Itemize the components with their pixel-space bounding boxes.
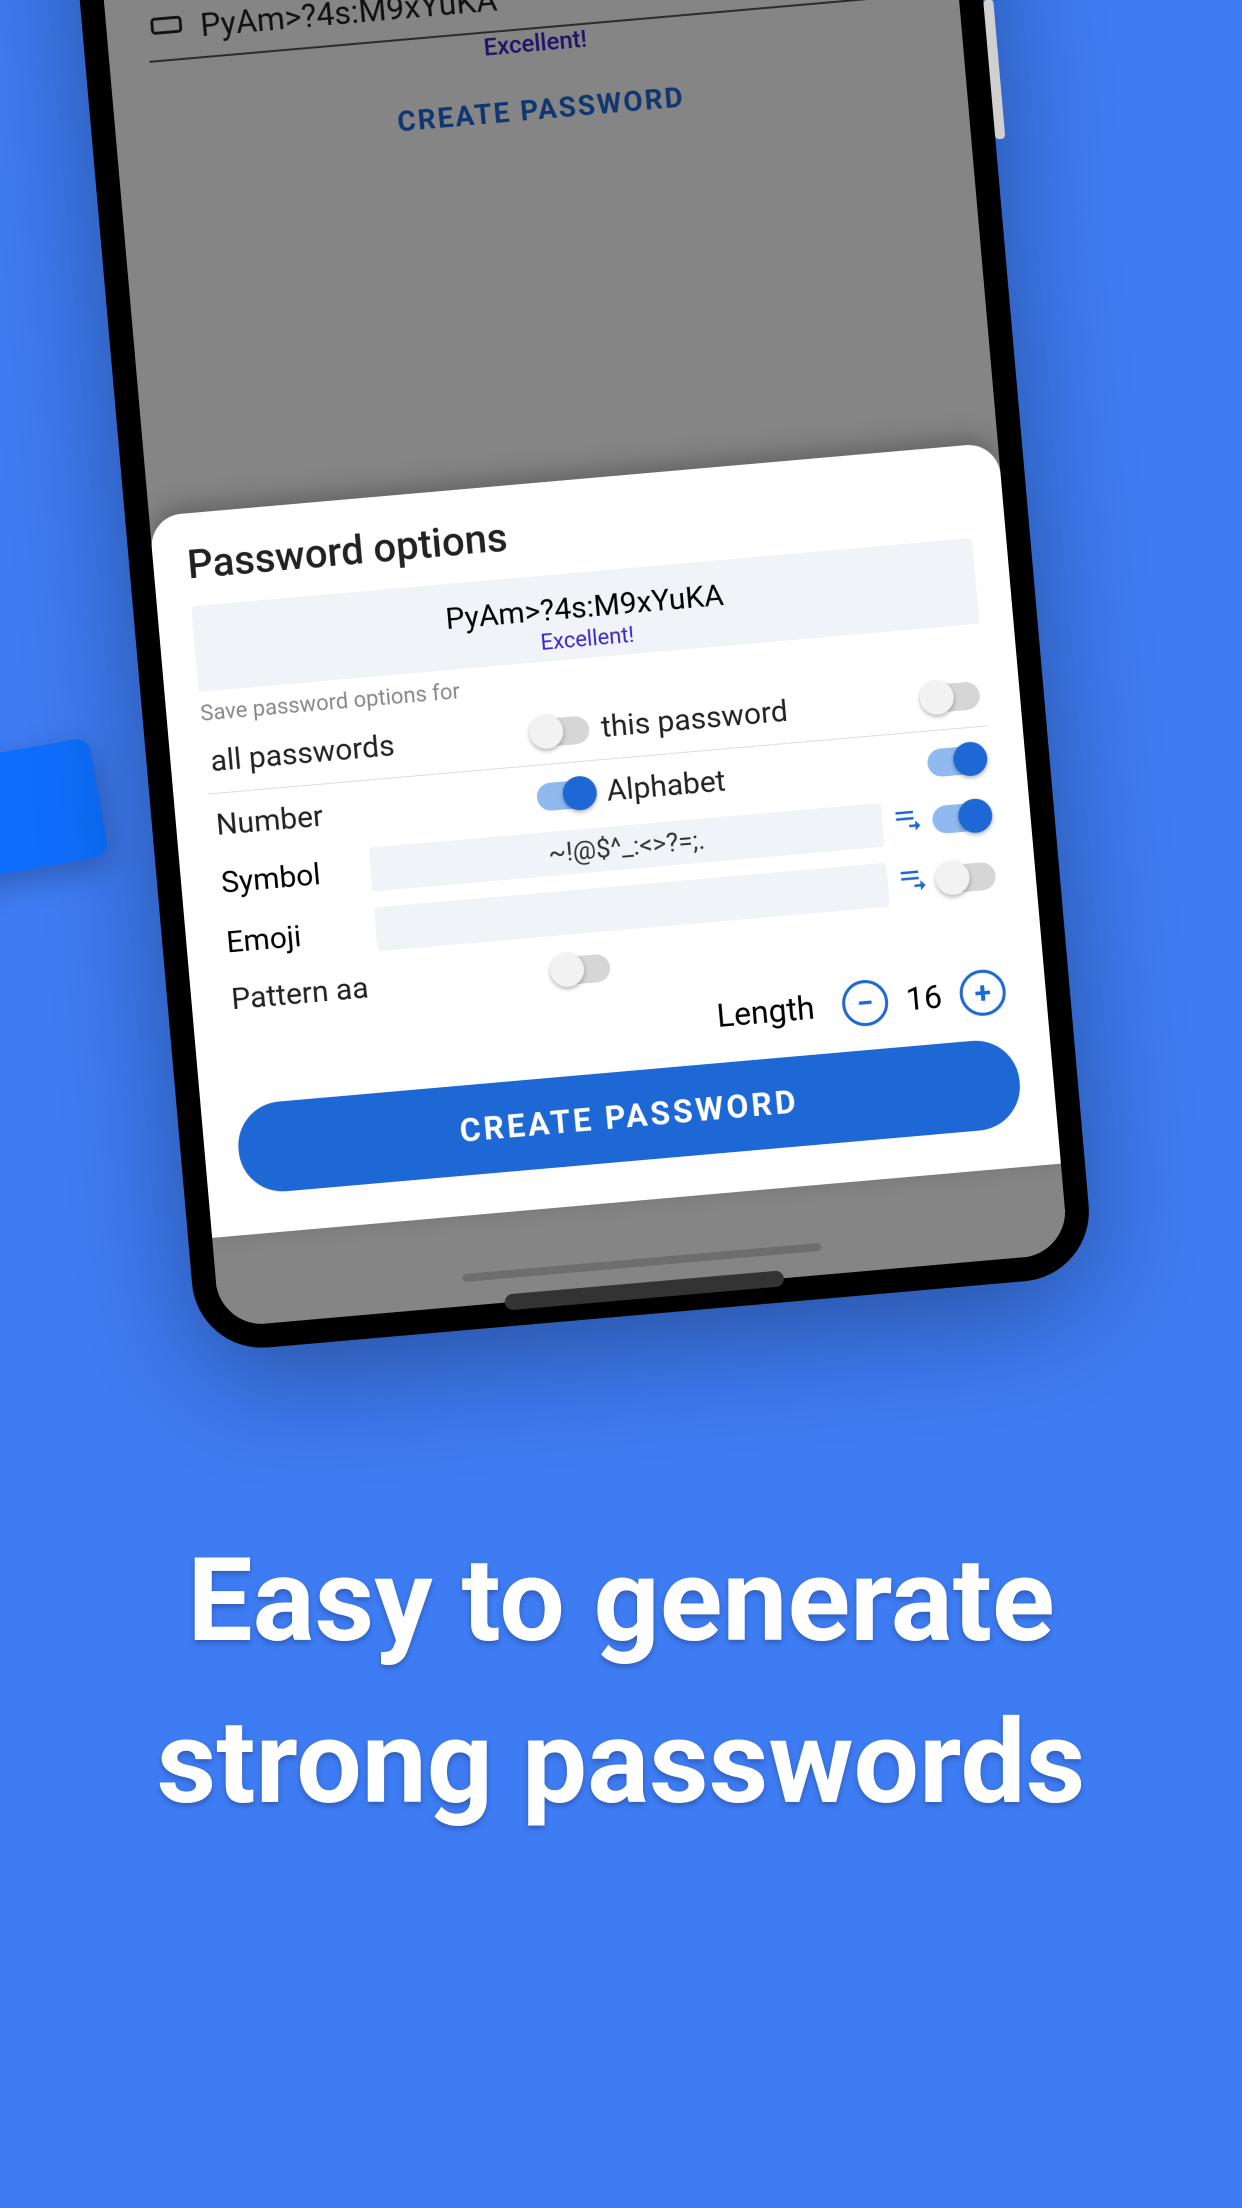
pattern-label: Pattern aa <box>230 970 370 1017</box>
number-toggle[interactable] <box>536 778 596 811</box>
password-options-sheet: Password options PyAm>?4s:M9xYuKA Excell… <box>149 442 1061 1238</box>
length-label: Length <box>715 989 816 1035</box>
scope-this-label: this password <box>600 694 789 745</box>
number-label: Number <box>215 799 325 843</box>
promo-caption: Easy to generate strong passwords <box>0 1520 1242 1845</box>
scope-all-toggle[interactable] <box>530 715 590 748</box>
emoji-label: Emoji <box>225 913 368 960</box>
length-value: 16 <box>904 977 943 1018</box>
phone-mockup: Email lovetheworld@gmail.com <box>50 0 1095 1354</box>
emoji-toggle[interactable] <box>937 861 997 894</box>
pattern-toggle[interactable] <box>551 953 611 986</box>
length-increment-button[interactable]: + <box>958 968 1008 1018</box>
scope-all-label: all passwords <box>209 728 396 779</box>
alphabet-toggle[interactable] <box>926 744 986 777</box>
phone-screen: Email lovetheworld@gmail.com <box>76 0 1069 1328</box>
edit-emoji-icon[interactable] <box>896 862 929 902</box>
alphabet-label: Alphabet <box>605 763 727 808</box>
decorative-card <box>0 737 109 883</box>
promo-line1: Easy to generate <box>0 1520 1242 1682</box>
length-decrement-button[interactable]: − <box>840 978 890 1028</box>
edit-symbols-icon[interactable] <box>891 802 924 842</box>
phone-frame: Email lovetheworld@gmail.com <box>50 0 1095 1354</box>
promo-line2: strong passwords <box>0 1682 1242 1844</box>
symbol-toggle[interactable] <box>931 801 991 834</box>
scope-this-toggle[interactable] <box>921 680 981 713</box>
symbol-label: Symbol <box>220 853 363 900</box>
